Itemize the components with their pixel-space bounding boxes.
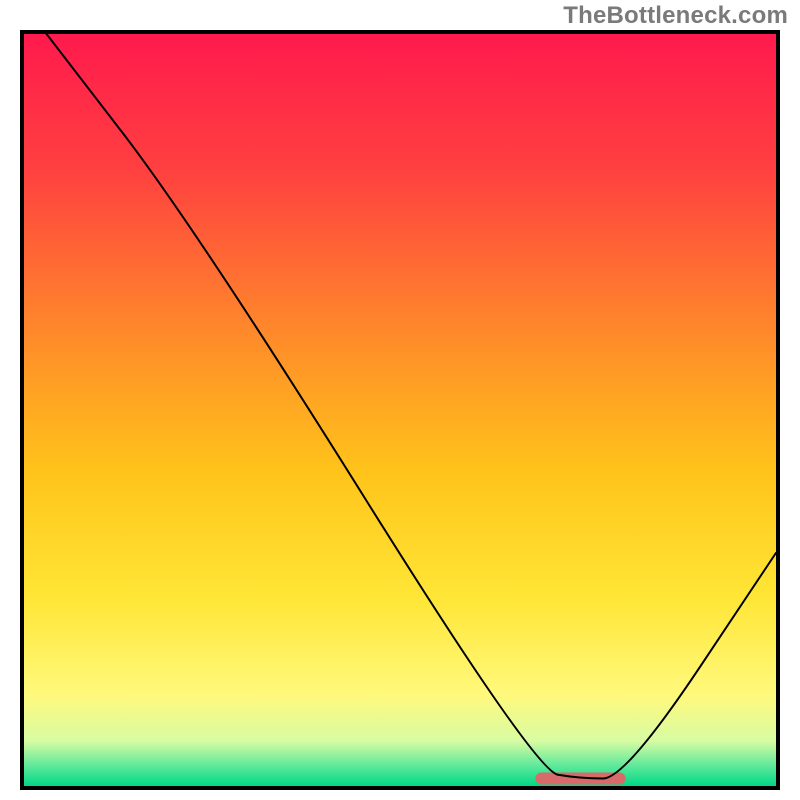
chart-container: TheBottleneck.com	[0, 0, 800, 800]
chart-svg	[24, 34, 776, 786]
background-rect	[24, 34, 776, 786]
watermark-label: TheBottleneck.com	[563, 2, 788, 30]
plot-area	[20, 30, 780, 790]
